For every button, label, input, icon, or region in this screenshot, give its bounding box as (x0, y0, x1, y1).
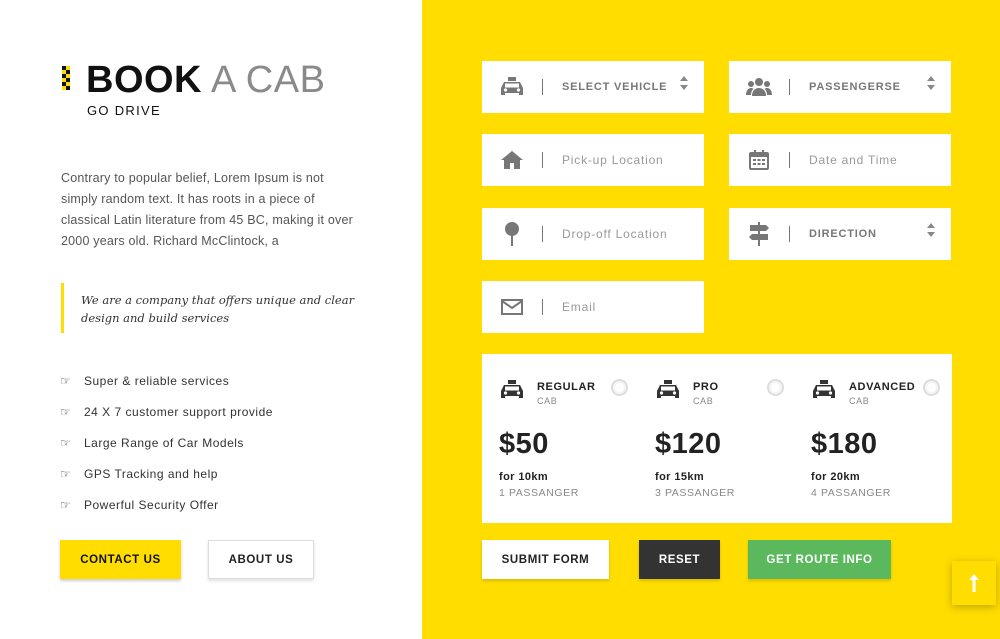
title-bold: BOOK (86, 59, 202, 101)
map-pin-icon (482, 208, 542, 260)
hand-point-right-icon: ☞ (60, 498, 72, 512)
direction-select-label: DIRECTION (809, 228, 877, 240)
field-separator (789, 152, 790, 168)
title-light: A CAB (210, 59, 326, 101)
sort-arrows-icon (680, 76, 688, 90)
pickup-location-input[interactable]: Pick-up Location (482, 134, 704, 186)
cab-price: $50 (499, 428, 549, 460)
field-separator (789, 79, 790, 95)
field-separator (542, 79, 543, 95)
passengers-select[interactable]: PASSENGERSE (729, 61, 951, 113)
submit-form-button[interactable]: SUBMIT FORM (482, 540, 609, 579)
date-time-placeholder: Date and Time (809, 153, 898, 167)
cab-options-panel: REGULAR CAB $50 for 10km 1 PASSANGER PRO… (482, 354, 952, 523)
calendar-icon (729, 134, 789, 186)
home-icon (482, 134, 542, 186)
page-title: BOOK A CAB (86, 58, 325, 102)
taxi-icon (482, 61, 542, 113)
feature-item: ☞ Powerful Security Offer (60, 498, 273, 529)
passengers-select-label: PASSENGERSE (809, 81, 901, 93)
cab-passengers: 3 PASSANGER (655, 487, 735, 499)
cab-radio[interactable] (611, 379, 628, 396)
hand-point-right-icon: ☞ (60, 467, 72, 481)
cab-distance: for 10km (499, 471, 549, 483)
reset-button[interactable]: RESET (639, 540, 720, 579)
sort-arrows-icon (927, 76, 935, 90)
date-time-input[interactable]: Date and Time (729, 134, 951, 186)
cab-name: PRO (693, 381, 719, 393)
feature-list: ☞ Super & reliable services ☞ 24 X 7 custo… (60, 374, 273, 529)
cab-price: $120 (655, 428, 722, 460)
quote-text: We are a company that offers unique and … (81, 293, 355, 325)
feature-label: GPS Tracking and help (84, 467, 218, 481)
pickup-location-placeholder: Pick-up Location (562, 153, 664, 167)
feature-label: Super & reliable services (84, 374, 230, 388)
email-placeholder: Email (562, 300, 597, 314)
cab-option-advanced[interactable]: ADVANCED CAB $180 for 20km 4 PASSANGER (794, 354, 944, 523)
hand-point-right-icon: ☞ (60, 436, 72, 450)
feature-item: ☞ 24 X 7 customer support provide (60, 405, 273, 436)
hand-point-right-icon: ☞ (60, 374, 72, 388)
envelope-icon (482, 281, 542, 333)
page-subtitle: GO DRIVE (87, 103, 161, 118)
cab-name: REGULAR (537, 381, 596, 393)
direction-select[interactable]: DIRECTION (729, 208, 951, 260)
arrow-up-icon (969, 574, 979, 592)
taxi-icon (813, 380, 835, 398)
quote-block: We are a company that offers unique and … (61, 283, 371, 333)
scroll-to-top-button[interactable] (952, 561, 996, 605)
cab-radio[interactable] (767, 379, 784, 396)
feature-label: Powerful Security Offer (84, 498, 219, 512)
cab-passengers: 4 PASSANGER (811, 487, 891, 499)
dropoff-location-input[interactable]: Drop-off Location (482, 208, 704, 260)
vehicle-select[interactable]: SELECT VEHICLE (482, 61, 704, 113)
cab-price: $180 (811, 428, 878, 460)
field-separator (542, 226, 543, 242)
cab-distance: for 15km (655, 471, 705, 483)
feature-label: Large Range of Car Models (84, 436, 244, 450)
cab-distance: for 20km (811, 471, 861, 483)
feature-item: ☞ Large Range of Car Models (60, 436, 273, 467)
hand-point-right-icon: ☞ (60, 405, 72, 419)
cab-radio[interactable] (923, 379, 940, 396)
taxi-icon (501, 380, 523, 398)
sort-arrows-icon (927, 223, 935, 237)
intro-paragraph: Contrary to popular belief, Lorem Ipsum … (61, 171, 353, 248)
contact-us-button[interactable]: CONTACT US (60, 540, 181, 579)
signpost-icon (729, 208, 789, 260)
about-us-button[interactable]: ABOUT US (208, 540, 314, 579)
cab-option-regular[interactable]: REGULAR CAB $50 for 10km 1 PASSANGER (482, 354, 632, 523)
checker-logo-icon (62, 66, 70, 90)
cab-passengers: 1 PASSANGER (499, 487, 579, 499)
cab-option-pro[interactable]: PRO CAB $120 for 15km 3 PASSANGER (638, 354, 788, 523)
dropoff-location-placeholder: Drop-off Location (562, 227, 668, 241)
vehicle-select-label: SELECT VEHICLE (562, 81, 668, 93)
field-separator (542, 299, 543, 315)
taxi-icon (657, 380, 679, 398)
cab-type: CAB (693, 396, 714, 406)
feature-item: ☞ Super & reliable services (60, 374, 273, 405)
feature-item: ☞ GPS Tracking and help (60, 467, 273, 498)
field-separator (542, 152, 543, 168)
field-separator (789, 226, 790, 242)
email-input[interactable]: Email (482, 281, 704, 333)
feature-label: 24 X 7 customer support provide (84, 405, 273, 419)
cab-type: CAB (537, 396, 558, 406)
users-icon (729, 61, 789, 113)
cab-name: ADVANCED (849, 381, 916, 393)
cab-type: CAB (849, 396, 870, 406)
get-route-info-button[interactable]: GET ROUTE INFO (748, 540, 891, 579)
